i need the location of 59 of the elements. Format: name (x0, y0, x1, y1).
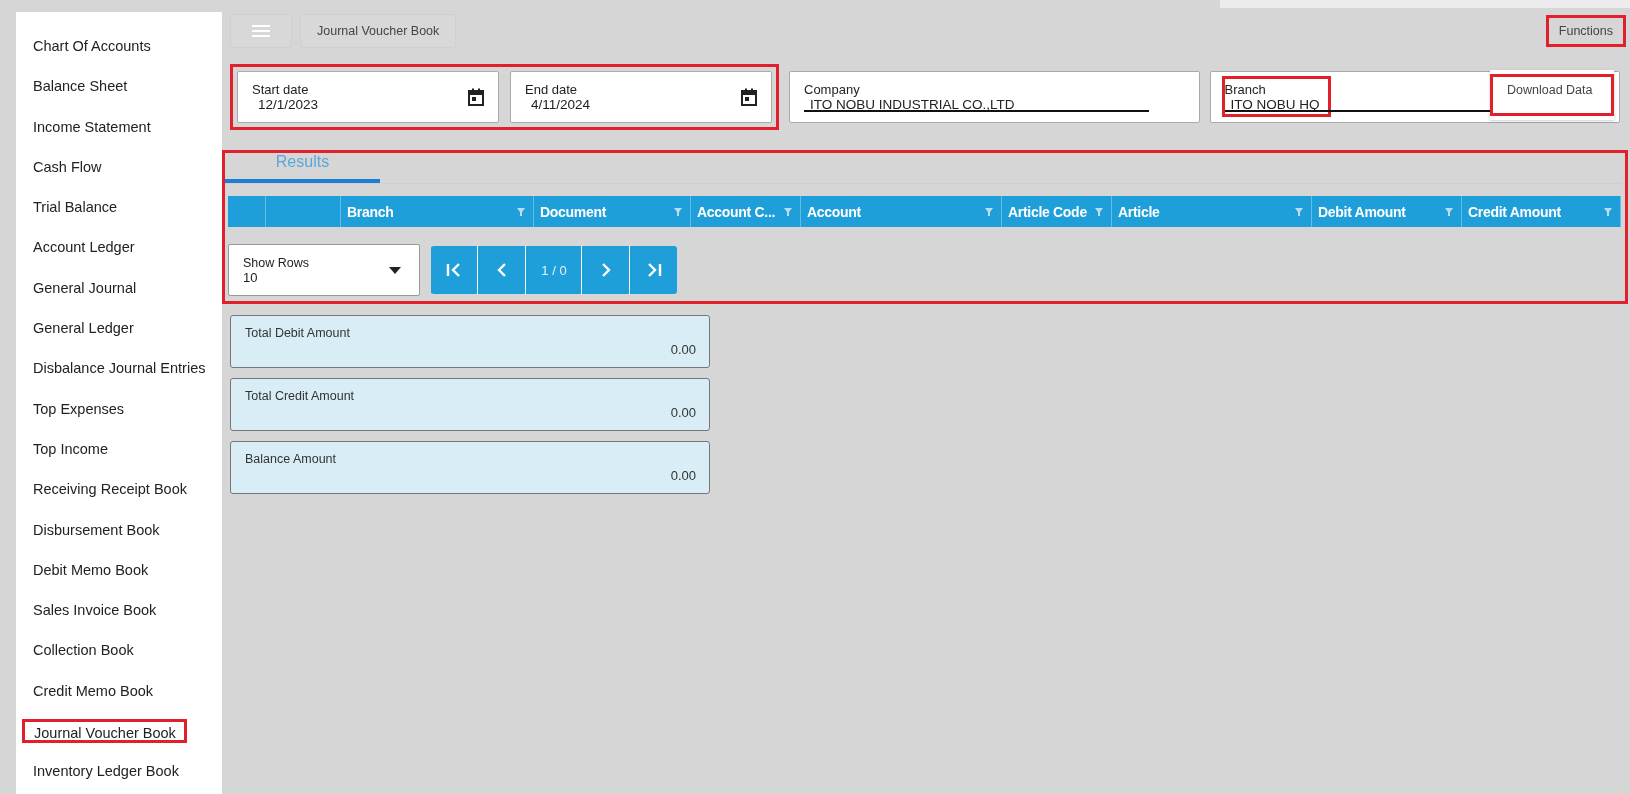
sidebar-item[interactable]: Collection Book (16, 630, 222, 671)
total-label: Total Debit Amount (245, 326, 351, 340)
show-rows-dropdown[interactable]: Show Rows 10 (228, 244, 420, 296)
filter-icon[interactable] (1604, 207, 1612, 216)
sidebar-item[interactable]: Sales Invoice Book (16, 590, 222, 631)
field-label: Start date (252, 82, 310, 97)
caret-icon (389, 266, 401, 274)
date-field[interactable]: End date 4/11/2024 (510, 71, 772, 123)
chevron-right-icon (601, 263, 611, 277)
page-title-button[interactable]: Journal Voucher Book (300, 14, 457, 48)
total-label: Balance Amount (245, 452, 338, 466)
field-value: 4/11/2024 (530, 97, 591, 112)
total-label: Total Credit Amount (245, 389, 356, 403)
field-value: 10 (243, 269, 259, 285)
sidebar-item[interactable]: Top Expenses (16, 388, 222, 429)
menu-icon (252, 24, 270, 38)
field-value: ITO NOBU INDUSTRIAL CO.,LTD (809, 97, 1015, 112)
filter-icon[interactable] (985, 207, 993, 216)
chevron-left-icon (497, 263, 507, 277)
filter-icon[interactable] (674, 207, 682, 216)
sidebar-item[interactable]: Chart Of Accounts (16, 26, 222, 67)
sidebar-item[interactable]: Account Ledger (16, 227, 222, 268)
date-field[interactable]: Start date 12/1/2023 (237, 71, 499, 123)
filter-icon[interactable] (1095, 207, 1103, 216)
first-page-icon (446, 263, 462, 277)
sidebar-item[interactable]: Disbalance Journal Entries (16, 348, 222, 389)
functions-button[interactable]: Functions (1545, 15, 1626, 47)
total-value: 0.00 (670, 342, 696, 357)
sidebar-item[interactable]: Balance Sheet (16, 66, 222, 107)
field-label: Show Rows (243, 255, 309, 270)
field-label: Branch (1224, 82, 1267, 97)
calendar-icon (468, 88, 484, 106)
sidebar-item[interactable]: Journal Voucher Book (22, 719, 187, 744)
filter-icon[interactable] (1445, 207, 1453, 216)
total-value: 0.00 (670, 468, 696, 483)
sidebar-item[interactable]: Receiving Receipt Book (16, 469, 222, 510)
sidebar-item[interactable]: Debit Memo Book (16, 549, 222, 591)
menu-button[interactable] (230, 14, 292, 48)
sidebar-item[interactable]: Trial Balance (16, 187, 222, 228)
dropdown-field[interactable]: Company ITO NOBU INDUSTRIAL CO.,LTD (789, 71, 1200, 123)
sidebar-item[interactable]: Credit Memo Book (16, 670, 222, 712)
sidebar-item[interactable]: Income Statement (16, 106, 222, 147)
filter-icon[interactable] (1295, 207, 1303, 216)
total-value: 0.00 (670, 405, 696, 420)
first-page-button[interactable] (431, 246, 477, 294)
sidebar-item[interactable]: General Journal (16, 267, 222, 309)
filter-icon[interactable] (784, 207, 792, 216)
sidebar-item[interactable]: Disbursement Book (16, 509, 222, 550)
calendar-icon (741, 88, 757, 106)
menu-item[interactable]: Download Data (1490, 74, 1614, 116)
filter-icon[interactable] (517, 207, 525, 216)
sidebar-item[interactable]: Inventory Ledger Book (16, 751, 222, 792)
field-value: 12/1/2023 (257, 97, 319, 112)
field-label: Company (804, 82, 861, 97)
sidebar-item[interactable]: Cash Flow (16, 146, 222, 188)
field-label: End date (525, 82, 579, 97)
last-page-icon (646, 263, 662, 277)
sidebar-item[interactable]: General Ledger (16, 308, 222, 349)
sidebar-item[interactable]: Top Income (16, 428, 222, 470)
